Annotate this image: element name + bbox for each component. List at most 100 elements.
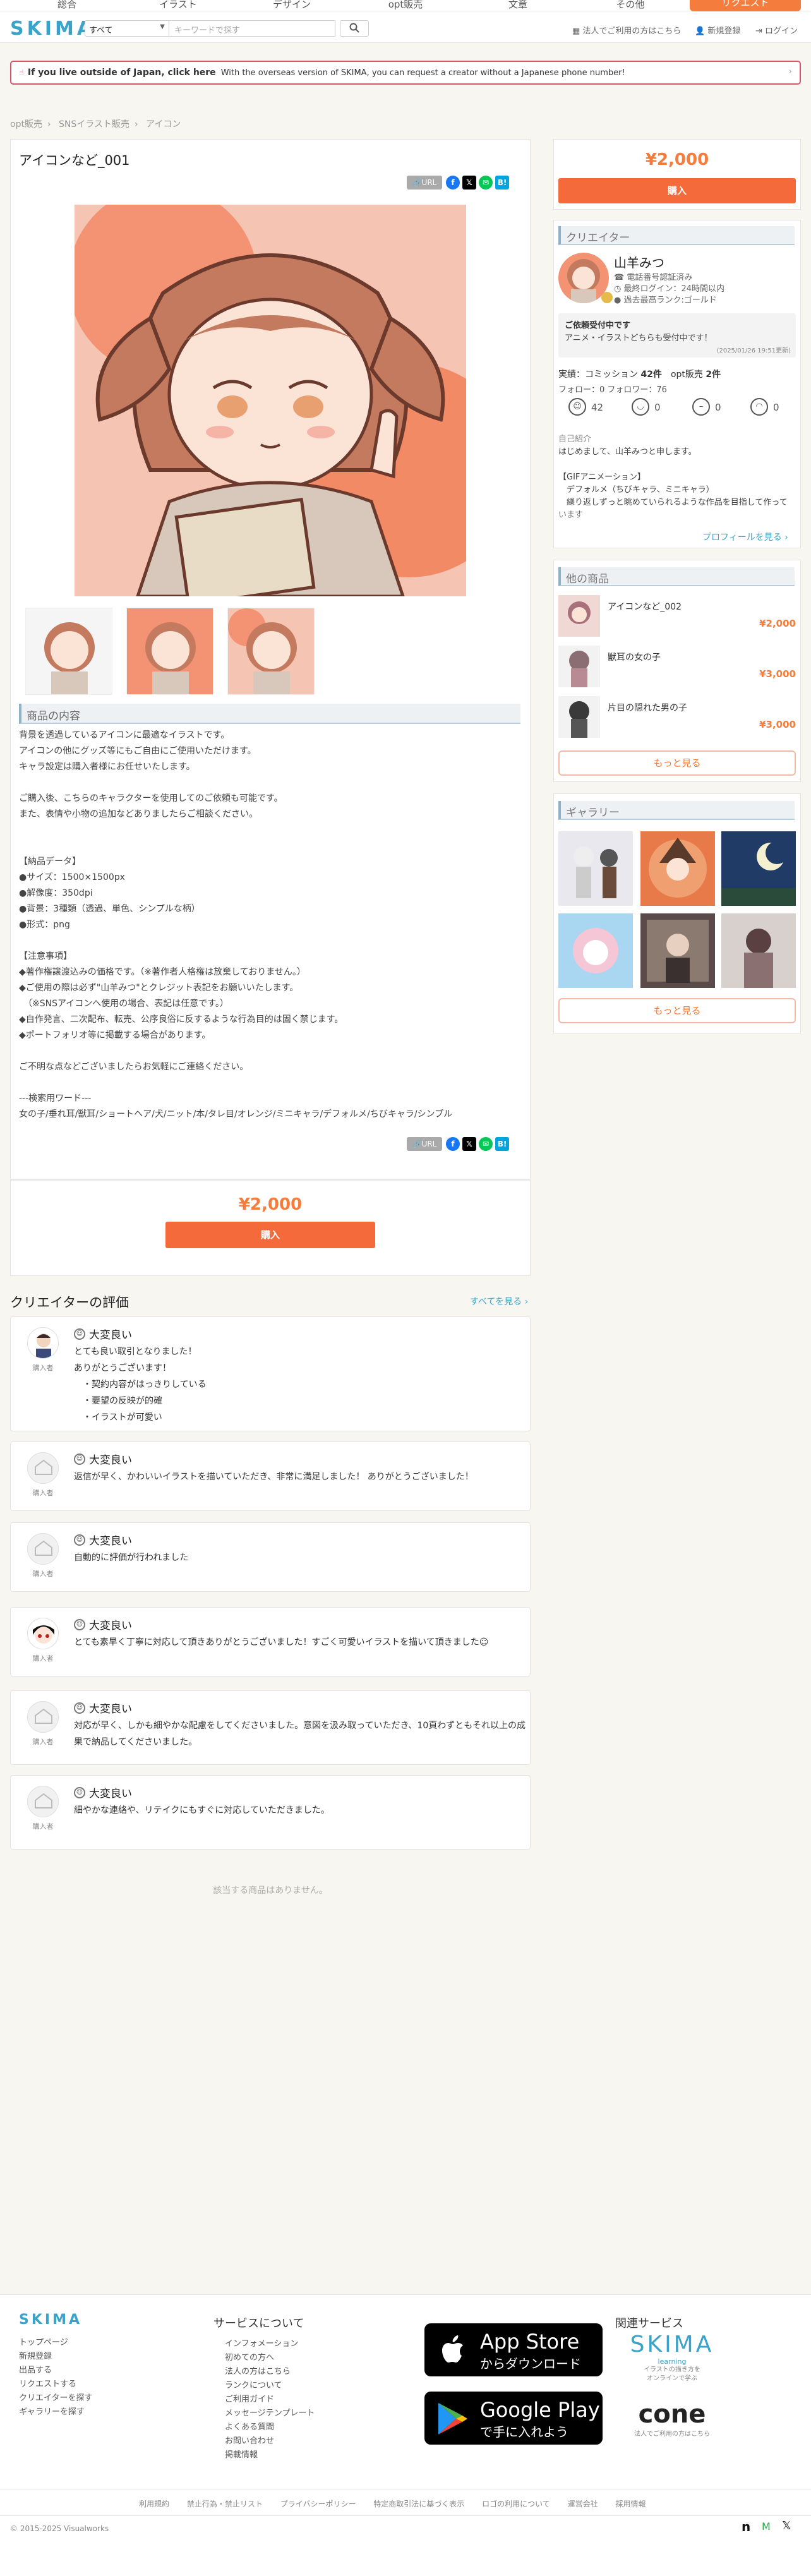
other-product-item[interactable]: 片目の隠れた男の子 ¥3,000: [558, 696, 798, 738]
breadcrumb-item[interactable]: アイコン: [146, 119, 181, 129]
company-link[interactable]: 運営会社: [568, 2500, 598, 2508]
breadcrumb-item[interactable]: SNSイラスト販売: [59, 119, 129, 129]
gallery-item[interactable]: [558, 831, 633, 906]
learning-desc: イラストの描き方を オンラインで学ぶ: [644, 2366, 700, 2382]
hatena-icon[interactable]: B!: [495, 176, 509, 190]
good-count: 0: [654, 402, 661, 413]
product-description: 背景を透過しているアイコンに最適なイラストです。 アイコンの他にグッズ等にもご自…: [19, 730, 453, 1119]
side-buy-button[interactable]: 購入: [558, 178, 796, 203]
notice-box: ご依頼受付中です アニメ・イラストどちらも受付中です！ (2025/01/26 …: [558, 313, 796, 358]
footer-link[interactable]: 法人の方はこちら: [225, 2365, 315, 2379]
marshmallow-icon[interactable]: M: [762, 2520, 771, 2532]
request-button[interactable]: リクエスト: [690, 0, 801, 11]
privacy-link[interactable]: プライバシーポリシー: [280, 2500, 356, 2508]
stats-label: 実績：コミッション: [558, 370, 638, 380]
line-icon[interactable]: ✉: [479, 1137, 493, 1151]
x-icon[interactable]: 𝕏: [462, 1137, 476, 1151]
copy-url-button[interactable]: 🔗URL: [407, 176, 442, 190]
footer-link[interactable]: 初めての方へ: [225, 2351, 315, 2365]
nav-illust[interactable]: イラスト: [140, 0, 216, 11]
x-social-icon[interactable]: 𝕏: [782, 2519, 791, 2532]
skima-learning-link[interactable]: SKIMA learning イラストの描き方を オンラインで学ぶ: [628, 2332, 716, 2383]
separator-icon: ›: [134, 119, 138, 129]
footer-link[interactable]: トップページ: [19, 2336, 92, 2350]
corp-link[interactable]: ▦ 法人でご利用の方はこちら: [572, 24, 681, 36]
url-label: URL: [421, 178, 437, 187]
category-select[interactable]: すべて ▼: [85, 20, 169, 37]
copyright: © 2015-2025 Visualworks: [10, 2524, 109, 2533]
site-logo[interactable]: SKIMA: [10, 18, 95, 40]
login-link[interactable]: ⇥ ログイン: [755, 24, 798, 36]
footer-link[interactable]: 掲載情報: [225, 2448, 315, 2462]
profile-link[interactable]: プロフィールを見る ›: [702, 531, 788, 543]
gallery-item[interactable]: [640, 831, 715, 906]
footer-link[interactable]: ご利用ガイド: [225, 2393, 315, 2407]
app-store-badge[interactable]: App Store からダウンロード: [424, 2323, 603, 2376]
facebook-icon[interactable]: f: [446, 1137, 460, 1151]
nav-opt[interactable]: opt販売: [368, 0, 443, 11]
product-main-image[interactable]: [75, 205, 466, 596]
footer-link[interactable]: ランクについて: [225, 2379, 315, 2393]
review-text: 細やかな連絡や、リテイクにもすぐに対応していただきました。: [74, 1805, 330, 1815]
overseas-banner[interactable]: ☝ If you live outside of Japan, click her…: [10, 61, 801, 85]
nav-text[interactable]: 文章: [480, 0, 556, 11]
x-icon[interactable]: 𝕏: [462, 176, 476, 190]
other-product-item[interactable]: アイコンなど_002 ¥2,000: [558, 595, 798, 637]
line-icon[interactable]: ✉: [479, 176, 493, 190]
footer-link[interactable]: よくある質問: [225, 2421, 315, 2435]
breadcrumb-item[interactable]: opt販売: [10, 119, 42, 129]
logo-usage-link[interactable]: ロゴの利用について: [482, 2500, 550, 2508]
footer-link[interactable]: 出品する: [19, 2364, 92, 2378]
thumbnail-pattern[interactable]: [227, 608, 315, 695]
gallery-item[interactable]: [558, 913, 633, 988]
other-product-item[interactable]: 獣耳の女の子 ¥3,000: [558, 646, 798, 687]
thumbnail-solid[interactable]: [126, 608, 213, 695]
buy-button[interactable]: 購入: [165, 1222, 375, 1248]
search-input[interactable]: キーワードで探す: [169, 20, 335, 37]
note-icon[interactable]: n: [742, 2519, 750, 2534]
avatar: [27, 1618, 59, 1649]
creator-name[interactable]: 山羊みつ: [614, 253, 664, 271]
footer-link[interactable]: リクエストする: [19, 2378, 92, 2392]
footer-link[interactable]: ギャラリーを探す: [19, 2405, 92, 2419]
footer-link[interactable]: メッセージテンプレート: [225, 2407, 315, 2421]
cone-desc: 法人でご利用の方はこちら: [634, 2431, 710, 2438]
search-button[interactable]: [340, 20, 369, 37]
verified-label: 電話番号認証済み: [627, 273, 693, 282]
google-play-title: Google Play: [480, 2398, 600, 2422]
learning-logo: SKIMA: [630, 2332, 714, 2357]
footer-logo[interactable]: SKIMA: [19, 2312, 82, 2328]
cone-link[interactable]: cone 法人でご利用の方はこちら: [628, 2400, 716, 2438]
google-play-badge[interactable]: Google Play で手に入れよう: [424, 2392, 603, 2445]
hatena-icon[interactable]: B!: [495, 1137, 509, 1151]
footer-links-about: インフォメーション 初めての方へ 法人の方はこちら ランクについて ご利用ガイド…: [225, 2337, 315, 2462]
gallery-item[interactable]: [721, 913, 796, 988]
commerce-law-link[interactable]: 特定商取引法に基づく表示: [373, 2500, 464, 2508]
product-price: ¥3,000: [759, 668, 796, 680]
rank-label: 過去最高ランク:ゴールド: [623, 296, 717, 305]
terms-link[interactable]: 利用規約: [139, 2500, 169, 2508]
nav-design[interactable]: デザイン: [254, 0, 330, 11]
avatar-image: [28, 1328, 58, 1358]
more-products-button[interactable]: もっと見る: [558, 750, 796, 776]
thumbnail-transparent[interactable]: [25, 608, 112, 695]
register-link[interactable]: 👤 新規登録: [695, 24, 740, 36]
gallery-image: [721, 841, 796, 906]
prohibited-link[interactable]: 禁止行為・禁止リスト: [187, 2500, 263, 2508]
nav-other[interactable]: その他: [592, 0, 668, 11]
gallery-item[interactable]: [640, 913, 715, 988]
more-gallery-button[interactable]: もっと見る: [558, 998, 796, 1023]
footer-link[interactable]: お問い合わせ: [225, 2435, 315, 2448]
footer-link[interactable]: インフォメーション: [225, 2337, 315, 2351]
recruit-link[interactable]: 採用情報: [615, 2500, 646, 2508]
facebook-icon[interactable]: f: [446, 176, 460, 190]
nav-all[interactable]: 総合: [29, 0, 105, 11]
see-all-reviews-link[interactable]: すべてを見る ›: [470, 1295, 528, 1308]
footer-link[interactable]: クリエイターを探す: [19, 2392, 92, 2405]
gallery-item[interactable]: [721, 831, 796, 906]
top-nav: 総合 イラスト デザイン opt販売 文章 その他 リクエスト: [0, 0, 811, 11]
copy-url-button[interactable]: 🔗URL: [407, 1137, 442, 1151]
footer-link[interactable]: 新規登録: [19, 2350, 92, 2364]
corp-link-label: 法人でご利用の方はこちら: [582, 27, 682, 36]
other-products-heading: 他の商品: [558, 567, 795, 586]
